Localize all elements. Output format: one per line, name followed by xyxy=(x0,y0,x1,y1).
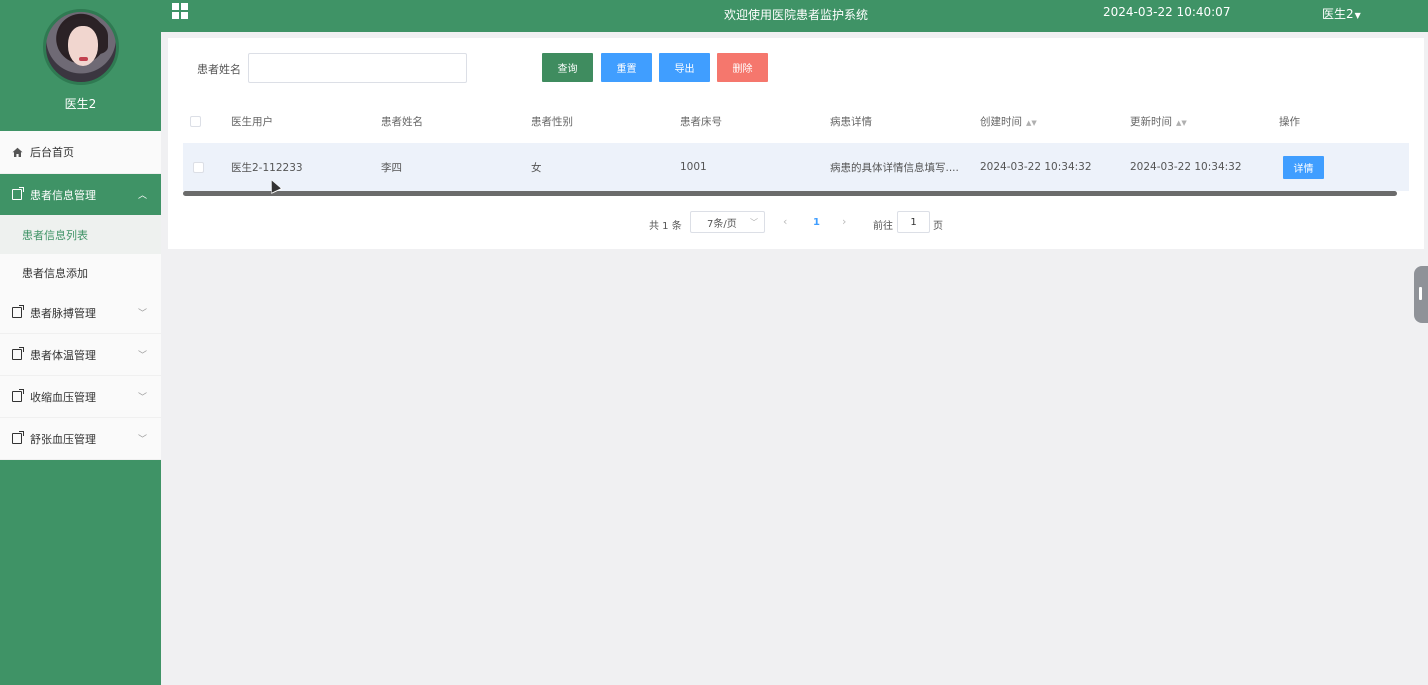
sidebar-subitem-patient-info-list[interactable]: 患者信息列表 xyxy=(0,216,161,254)
table-header: 医生用户 患者姓名 患者性别 患者床号 病患详情 创建时间 ▲▼ 更新时间 ▲▼ 操… xyxy=(183,99,1409,143)
search-label: 患者姓名 xyxy=(197,63,241,76)
column-header-bed-no: 患者床号 xyxy=(680,115,722,128)
goto-label: 前往 xyxy=(873,221,893,232)
sidebar-item-label: 后台首页 xyxy=(30,146,74,159)
detail-button[interactable]: 详情 xyxy=(1283,155,1324,179)
page-size-value: 7条/页 xyxy=(707,218,737,230)
cell-doctor-user: 医生2-112233 xyxy=(231,161,303,174)
reset-button[interactable]: 重置 xyxy=(601,53,652,82)
sidebar-item-label: 患者体温管理 xyxy=(30,348,96,362)
document-icon xyxy=(11,305,24,319)
patient-name-input[interactable] xyxy=(248,53,467,83)
sidebar-item-patient-info[interactable]: 患者信息管理 ︿ xyxy=(0,174,161,216)
sort-icon[interactable]: ▲▼ xyxy=(1026,119,1037,127)
header-datetime: 2024-03-22 10:40:07 xyxy=(1103,5,1231,19)
column-header-actions: 操作 xyxy=(1279,115,1300,128)
profile-name: 医生2 xyxy=(64,97,97,111)
column-header-label: 创建时间 xyxy=(980,115,1022,128)
chevron-down-icon: ﹀ xyxy=(137,351,147,361)
table-row: 医生2-112233 李四 女 1001 病患的具体详情信息填写.... 202… xyxy=(183,143,1409,191)
document-icon xyxy=(11,347,24,361)
caret-down-icon: ▼ xyxy=(1354,11,1361,20)
column-header-doctor-user: 医生用户 xyxy=(231,115,273,128)
delete-button[interactable]: 删除 xyxy=(717,53,768,82)
column-header-updated[interactable]: 更新时间 ▲▼ xyxy=(1130,114,1187,129)
pagination: 共 1 条 7条/页 ﹀ ‹ 1 › 前往 页 xyxy=(168,211,1424,235)
user-dropdown[interactable]: 医生2▼ xyxy=(1322,5,1361,22)
row-checkbox[interactable] xyxy=(193,161,204,173)
query-button[interactable]: 查询 xyxy=(542,53,593,82)
select-all-checkbox[interactable] xyxy=(190,115,201,127)
patient-table: 医生用户 患者姓名 患者性别 患者床号 病患详情 创建时间 ▲▼ 更新时间 ▲▼ 操… xyxy=(183,99,1409,196)
main-card: 患者姓名 查询 重置 导出 删除 医生用户 患者姓名 患者性别 患者床号 病患详… xyxy=(168,38,1424,249)
next-page-icon[interactable]: › xyxy=(842,215,846,228)
document-icon xyxy=(11,389,24,403)
profile: 医生2 xyxy=(0,0,161,131)
side-drawer-handle[interactable] xyxy=(1414,266,1428,323)
chevron-down-icon: ﹀ xyxy=(137,393,147,403)
sidebar-item-systolic[interactable]: 收缩血压管理 ﹀ xyxy=(0,376,161,418)
horizontal-scrollbar[interactable] xyxy=(183,191,1397,196)
cell-created: 2024-03-22 10:34:32 xyxy=(980,161,1092,173)
cell-illness: 病患的具体详情信息填写.... xyxy=(830,161,959,174)
page-number-current[interactable]: 1 xyxy=(813,217,820,228)
cell-bed-no: 1001 xyxy=(680,161,707,173)
sidebar-item-label: 患者信息管理 xyxy=(30,188,96,202)
sidebar-item-diastolic[interactable]: 舒张血压管理 ﹀ xyxy=(0,418,161,460)
sidebar-item-pulse[interactable]: 患者脉搏管理 ﹀ xyxy=(0,292,161,334)
sidebar-item-label: 收缩血压管理 xyxy=(30,390,96,404)
sidebar-menu: 后台首页 患者信息管理 ︿ 患者信息列表 患者信息添加 患者脉搏管理 ﹀ 患者体… xyxy=(0,131,161,460)
top-header: 欢迎使用医院患者监护系统 2024-03-22 10:40:07 医生2▼ xyxy=(161,0,1428,32)
header-title: 欢迎使用医院患者监护系统 xyxy=(724,8,869,22)
chevron-down-icon: ﹀ xyxy=(137,309,147,319)
cell-patient-name: 李四 xyxy=(381,161,402,174)
sidebar: 医生2 后台首页 患者信息管理 ︿ 患者信息列表 患者信息添加 患者脉搏管理 ﹀… xyxy=(0,0,161,685)
sort-icon[interactable]: ▲▼ xyxy=(1176,119,1187,127)
sidebar-subitem-patient-info-add[interactable]: 患者信息添加 xyxy=(0,254,161,292)
cell-patient-gender: 女 xyxy=(531,161,542,174)
avatar xyxy=(42,9,119,85)
home-icon xyxy=(11,146,23,158)
column-header-created[interactable]: 创建时间 ▲▼ xyxy=(980,114,1037,129)
sidebar-item-home[interactable]: 后台首页 xyxy=(0,131,161,174)
sidebar-item-temperature[interactable]: 患者体温管理 ﹀ xyxy=(0,334,161,376)
sidebar-item-label: 舒张血压管理 xyxy=(30,432,96,446)
page-size-select[interactable]: 7条/页 ﹀ xyxy=(690,211,765,233)
chevron-down-icon: ﹀ xyxy=(137,435,147,445)
chevron-up-icon: ︿ xyxy=(137,191,147,201)
column-header-label: 更新时间 xyxy=(1130,115,1172,128)
export-button[interactable]: 导出 xyxy=(659,53,710,82)
document-icon xyxy=(11,187,24,201)
grid-menu-icon[interactable] xyxy=(172,3,188,19)
column-header-patient-name: 患者姓名 xyxy=(381,115,423,128)
column-header-illness: 病患详情 xyxy=(830,115,872,128)
pagination-total: 共 1 条 xyxy=(649,221,682,232)
goto-page-input[interactable] xyxy=(897,211,930,233)
document-icon xyxy=(11,431,24,445)
prev-page-icon[interactable]: ‹ xyxy=(783,215,787,228)
chevron-down-icon: ﹀ xyxy=(750,217,758,227)
page-suffix-label: 页 xyxy=(933,221,943,232)
column-header-patient-gender: 患者性别 xyxy=(531,115,573,128)
user-name: 医生2 xyxy=(1322,7,1354,21)
sidebar-item-label: 患者脉搏管理 xyxy=(30,306,96,320)
cell-updated: 2024-03-22 10:34:32 xyxy=(1130,161,1242,173)
